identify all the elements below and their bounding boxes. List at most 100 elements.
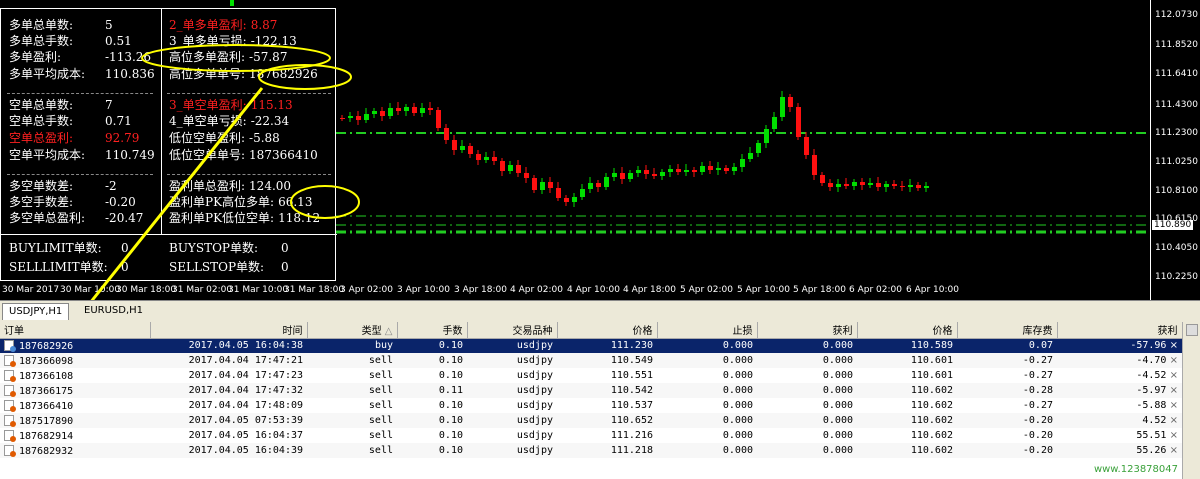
order-row[interactable]: 187682932 2017.04.05 16:04:39 sell 0.10 usdj… (0, 443, 1182, 458)
col-header-stop-loss[interactable]: 止损 (657, 322, 758, 339)
candle-body (380, 111, 385, 116)
order-id: 187682926 (19, 340, 74, 352)
scroll-up-button[interactable] (1186, 324, 1198, 336)
order-cell: 2017.04.05 16:04:37 (188, 430, 303, 441)
col-header-take-profit[interactable]: 获利 (757, 322, 858, 339)
order-cell: usdjpy (516, 370, 553, 381)
col-header-profit[interactable]: 获利 (1057, 322, 1183, 339)
order-row[interactable]: 187366108 2017.04.04 17:47:23 sell 0.10 usdj… (0, 368, 1182, 383)
order-cell: sell (307, 413, 397, 428)
order-cell: 110.589 (857, 338, 957, 353)
price-tick-label: 111.4300 (1155, 100, 1198, 110)
time-tick-label: 4 Apr 18:00 (623, 285, 676, 295)
tab-usdjpy-h1[interactable]: USDJPY,H1 (2, 303, 70, 320)
order-profit-cell: 4.52 × (1057, 413, 1182, 428)
order-cell: 0.10 (438, 370, 463, 381)
close-icon[interactable]: × (1166, 370, 1178, 381)
close-icon[interactable]: × (1166, 355, 1178, 366)
close-icon[interactable]: × (1166, 400, 1178, 411)
col-header-current-price[interactable]: 价格 (857, 322, 958, 339)
ticket-icon (4, 399, 16, 412)
stat-label: 多单平均成本: (9, 67, 86, 81)
close-icon[interactable]: × (1166, 415, 1178, 426)
candle-body (868, 183, 873, 185)
order-row[interactable]: 187517890 2017.04.05 07:53:39 sell 0.10 usdj… (0, 413, 1182, 428)
stat-label: 空单总手数: (9, 114, 74, 128)
col-header-swap[interactable]: 库存费 (957, 322, 1058, 339)
close-icon[interactable]: × (1166, 385, 1178, 396)
candle-body (404, 107, 409, 111)
candle-body (444, 128, 449, 140)
panel-stat-line: 空单总手数: 0.71 (9, 113, 132, 129)
col-header-lots[interactable]: 手数 (397, 322, 468, 339)
candle-body (548, 182, 553, 188)
col-header-symbol[interactable]: 交易品种 (467, 322, 558, 339)
candle-body (484, 157, 489, 160)
candle-body (716, 168, 721, 170)
candle-body (420, 108, 425, 113)
order-row[interactable]: 187366098 2017.04.04 17:47:21 sell 0.10 usdj… (0, 353, 1182, 368)
order-cell: 110.602 (857, 383, 957, 398)
panel-stat-line: 空单总盈利: 92.79 (9, 130, 139, 146)
order-id-cell: 187366108 (0, 368, 150, 383)
order-row[interactable]: 187366175 2017.04.04 17:47:32 sell 0.11 usdj… (0, 383, 1182, 398)
order-row[interactable]: 187682926 2017.04.05 16:04:38 buy 0.10 usdjp… (0, 338, 1182, 353)
order-cell: 0.000 (822, 400, 853, 411)
candle-body (532, 178, 537, 190)
candle-body (612, 173, 617, 177)
order-row[interactable]: 187682914 2017.04.05 16:04:37 sell 0.10 usdj… (0, 428, 1182, 443)
table-header-row: 订单 时间 类型 △ 手数 交易品种 价格 止损 获利 价格 库存费 获利 (0, 322, 1183, 339)
candle-body (692, 170, 697, 172)
candle-body (452, 140, 457, 150)
order-cell: 110.601 (857, 353, 957, 368)
col-header-type[interactable]: 类型 △ (307, 322, 398, 339)
panel-stat-line: 盈利单PK低位空单: 118.12 (169, 210, 320, 226)
candle-body (460, 146, 465, 150)
close-icon[interactable]: × (1166, 340, 1178, 351)
order-cell: sell (307, 353, 397, 368)
order-cell: usdjpy (467, 443, 557, 458)
orders-scrollbar[interactable] (1182, 322, 1200, 479)
candle-body (828, 183, 833, 187)
panel-separator (167, 93, 331, 94)
candle-body (924, 186, 929, 188)
order-row[interactable]: 187366410 2017.04.04 17:48:09 sell 0.10 usdj… (0, 398, 1182, 413)
order-id-cell: 187682926 (0, 338, 150, 353)
candle-body (844, 184, 849, 186)
order-cell: 0.000 (657, 353, 757, 368)
time-tick-label: 31 Mar 02:00 (172, 285, 233, 295)
candle-body (348, 116, 353, 118)
candle-body (748, 153, 753, 159)
col-header-price[interactable]: 价格 (557, 322, 658, 339)
panel-stat-line: 空单平均成本: 110.749 (9, 147, 155, 163)
col-header-order[interactable]: 订单 (0, 322, 151, 339)
stat-value: -20.47 (105, 211, 144, 225)
panel-separator (7, 174, 153, 175)
stat-value: 0.51 (105, 34, 132, 48)
stat-label: 盈利单PK高位多单: (169, 195, 275, 209)
panel-stat-line: 多单盈利: -113.26 (9, 49, 151, 65)
order-cell: 2017.04.05 16:04:39 (150, 443, 307, 458)
close-icon[interactable]: × (1166, 430, 1178, 441)
profit-value: 55.26 (1136, 445, 1167, 456)
candle-body (684, 170, 689, 172)
order-cell: 2017.04.05 07:53:39 (150, 413, 307, 428)
time-tick-label: 3 Apr 02:00 (340, 285, 393, 295)
order-id: 187366098 (19, 355, 74, 367)
order-cell: sell (307, 443, 397, 458)
price-tick-label: 112.0730 (1155, 10, 1198, 20)
candle-body (564, 198, 569, 202)
col-header-time[interactable]: 时间 (150, 322, 308, 339)
order-cell: 111.230 (557, 338, 657, 353)
close-icon[interactable]: × (1166, 445, 1178, 456)
order-cell: sell (368, 430, 393, 441)
order-id-cell: 187517890 (0, 413, 150, 428)
order-cell: 0.000 (757, 338, 857, 353)
tab-eurusd-h1[interactable]: EURUSD,H1 (78, 303, 149, 320)
order-id-cell: 187366175 (0, 383, 150, 398)
order-cell: 0.07 (957, 338, 1057, 353)
candle-body (628, 173, 633, 179)
stat-label: 3_单空单盈利: (169, 98, 247, 112)
time-tick-label: 5 Apr 02:00 (680, 285, 733, 295)
order-cell: 2017.04.04 17:47:23 (188, 370, 303, 381)
